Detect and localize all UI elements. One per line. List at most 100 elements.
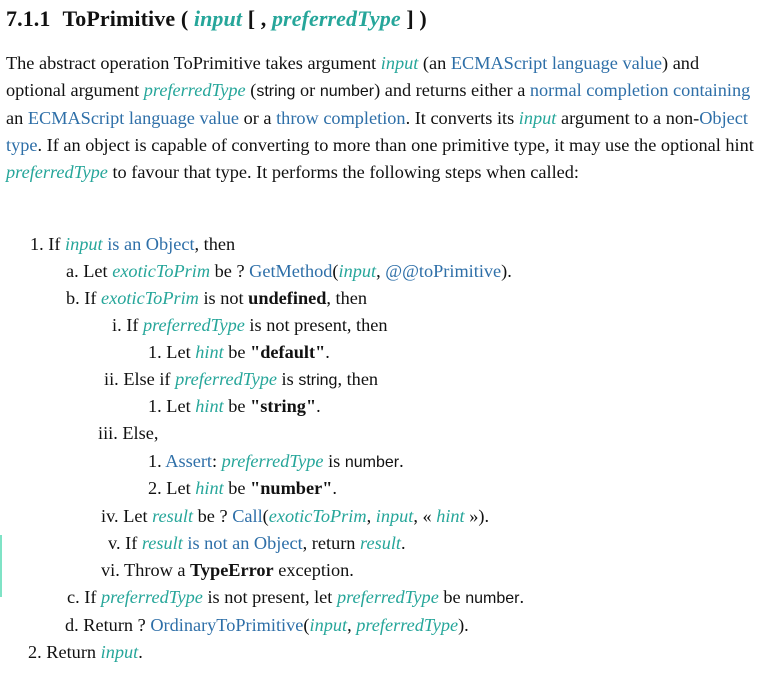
text: an [6,108,28,128]
text: be [438,587,466,607]
var-preferred-type[interactable]: preferredType [144,80,246,100]
var-input[interactable]: input [376,506,414,526]
var-exotic-to-prim[interactable]: exoticToPrim [101,288,199,308]
text: , [366,506,376,526]
text: , [347,615,357,635]
text: If [84,587,102,607]
var-preferred-type[interactable]: preferredType [356,615,458,635]
link-normal-completion[interactable]: normal completion containing [530,80,750,100]
text: . [519,587,525,607]
value-typeerror: TypeError [190,560,274,580]
text: Let [166,342,196,362]
text: is not [198,288,249,308]
var-input[interactable]: input [309,615,347,635]
step-marker: i. [112,315,122,335]
param-input[interactable]: input [194,6,242,31]
var-input[interactable]: input [65,234,103,254]
value-default: "default" [250,342,326,362]
var-result[interactable]: result [142,533,183,553]
type-string: string [256,83,296,100]
var-hint[interactable]: hint [195,478,223,498]
text: , return [302,533,361,553]
text: Let [166,396,196,416]
text: or a [239,108,277,128]
text: If [125,533,142,553]
var-preferred-type[interactable]: preferredType [101,587,203,607]
text: be [223,342,251,362]
var-hint[interactable]: hint [436,506,464,526]
var-input[interactable]: input [101,642,139,662]
text: Else if [123,369,176,389]
optional-open: [ , [247,6,267,31]
step-marker: 1. [30,234,44,254]
step-marker: iv. [101,506,119,526]
text: Throw a [124,560,191,580]
step-1b-iv: iv. Let result be ? Call(exoticToPrim, i… [101,503,489,530]
link-call[interactable]: Call [232,506,262,526]
step-1b-ii-1: 1. Let hint be "string". [148,393,321,420]
step-1b-iii: iii. Else, [98,420,158,447]
step-marker: 1. [148,396,162,416]
step-1b-vi: vi. Throw a TypeError exception. [101,557,354,584]
var-result[interactable]: result [152,506,193,526]
var-hint[interactable]: hint [195,342,223,362]
step-marker: 1. [148,451,162,471]
step-marker: 2. [148,478,162,498]
text: be [223,478,251,498]
step-1d: d. Return ? OrdinaryToPrimitive(input, p… [65,612,469,639]
step-1c: c. If preferredType is not present, let … [67,584,524,612]
var-exotic-to-prim[interactable]: exoticToPrim [112,261,210,281]
text: (an [418,53,451,73]
step-1b-iii-1: 1. Assert: preferredType is number. [148,448,404,476]
text: . [399,451,404,471]
paren-close: ] ) [406,6,427,31]
operation-name: ToPrimitive [62,6,176,31]
link-assert[interactable]: Assert [165,451,212,471]
var-input[interactable]: input [339,261,377,281]
text: . [332,478,337,498]
link-is-an-object[interactable]: is an Object [103,234,194,254]
var-result[interactable]: result [360,533,401,553]
section-number: 7.1.1 [6,6,51,31]
link-getmethod[interactable]: GetMethod [249,261,332,281]
step-marker: b. [66,288,80,308]
text: . If an object is capable of converting … [37,135,754,155]
text: ( [245,80,257,100]
var-preferred-type[interactable]: preferredType [143,315,245,335]
var-preferred-type[interactable]: preferredType [222,451,324,471]
step-marker: ii. [104,369,119,389]
text: . [401,533,406,553]
param-preferred-type[interactable]: preferredType [272,6,401,31]
text: or [295,80,320,100]
link-ecmascript-language-value[interactable]: ECMAScript language value [451,53,662,73]
step-1a: a. Let exoticToPrim be ? GetMethod(input… [66,258,512,285]
link-throw-completion[interactable]: throw completion [276,108,405,128]
text: be [223,396,251,416]
text: ). [458,615,469,635]
link-ordinary-to-primitive[interactable]: OrdinaryToPrimitive [150,615,303,635]
link-ecmascript-language-value[interactable]: ECMAScript language value [28,108,239,128]
text: exception. [273,560,354,580]
var-preferred-type[interactable]: preferredType [175,369,277,389]
text: argument to a non- [556,108,700,128]
text: ). [501,261,512,281]
var-preferred-type[interactable]: preferredType [337,587,439,607]
value-undefined: undefined [248,288,327,308]
text: Return ? [83,615,151,635]
step-1b-iii-2: 2. Let hint be "number". [148,475,337,502]
var-input[interactable]: input [381,53,419,73]
text: is not present, let [202,587,337,607]
var-preferred-type[interactable]: preferredType [6,162,108,182]
intro-paragraph: The abstract operation ToPrimitive takes… [6,50,758,186]
var-exotic-to-prim[interactable]: exoticToPrim [269,506,367,526]
var-hint[interactable]: hint [195,396,223,416]
text: . [138,642,143,662]
var-input[interactable]: input [519,108,557,128]
paren-open: ( [180,6,189,31]
text: Return [46,642,101,662]
link-to-primitive-symbol[interactable]: @@toPrimitive [385,261,501,281]
step-1b-i-1: 1. Let hint be "default". [148,339,330,366]
text: , « [413,506,437,526]
step-marker: 1. [148,342,162,362]
link-is-not-an-object[interactable]: is not an Object [183,533,302,553]
